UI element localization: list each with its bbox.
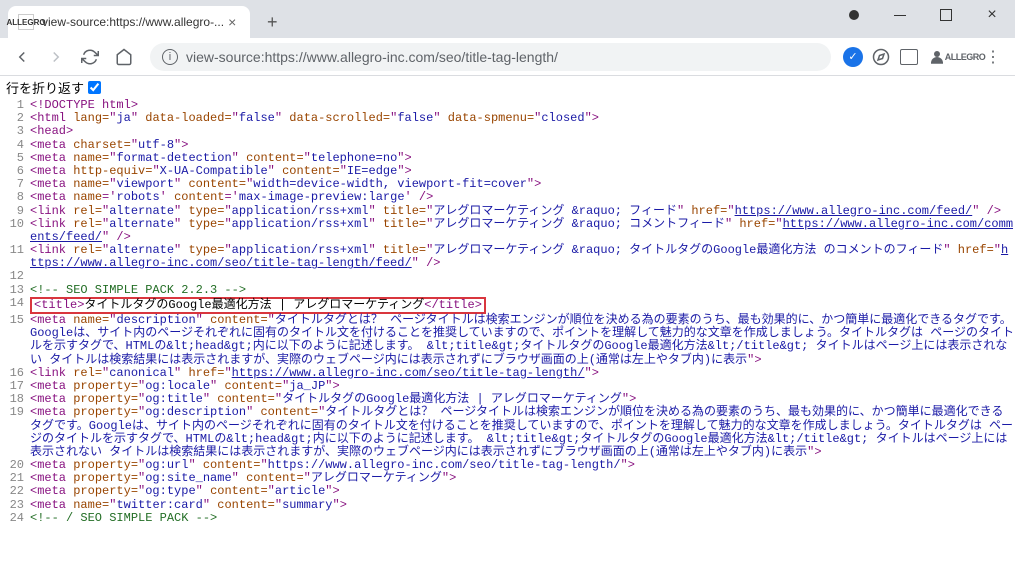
line-wrap-checkbox[interactable] (88, 81, 101, 94)
maximize-button[interactable] (923, 0, 969, 30)
line-number: 2 (0, 112, 30, 125)
close-window-button[interactable]: × (969, 0, 1015, 30)
line-number: 5 (0, 152, 30, 165)
url-text: view-source:https://www.allegro-inc.com/… (186, 49, 558, 65)
source-line: 15<meta name="description" content="タイトル… (0, 314, 1015, 367)
new-tab-button[interactable]: + (258, 8, 286, 36)
reload-button[interactable] (76, 43, 104, 71)
source-line: 11<link rel="alternate" type="applicatio… (0, 244, 1015, 270)
window-controls: × (831, 0, 1015, 30)
line-wrap-control: 行を折り返す (0, 76, 1015, 99)
line-code: <title>タイトルタグのGoogle最適化方法 | アレグロマーケティング<… (30, 297, 1015, 314)
extension-allegro-icon[interactable]: ALLEGRO (955, 47, 975, 67)
tab-close-icon[interactable]: × (224, 14, 240, 30)
line-number: 10 (0, 218, 30, 244)
line-number: 3 (0, 125, 30, 138)
line-number: 7 (0, 178, 30, 191)
line-code: <meta property="og:description" content=… (30, 406, 1015, 459)
source-link[interactable]: https://www.allegro-inc.com/feed/ (735, 204, 973, 218)
line-code: <link rel="alternate" type="application/… (30, 244, 1015, 270)
source-line: 13<!-- SEO SIMPLE PACK 2.2.3 --> (0, 284, 1015, 297)
line-number: 12 (0, 270, 30, 283)
browser-tab[interactable]: ALLEGRO view-source:https://www.allegro-… (8, 6, 250, 38)
source-link[interactable]: https://www.allegro-inc.com/seo/title-ta… (232, 366, 585, 380)
extension-calendar-icon[interactable] (899, 47, 919, 67)
line-number: 6 (0, 165, 30, 178)
minimize-button[interactable] (877, 0, 923, 30)
line-number: 23 (0, 499, 30, 512)
line-code: <html lang="ja" data-loaded="false" data… (30, 112, 1015, 125)
account-icon[interactable] (831, 0, 877, 30)
line-number: 13 (0, 284, 30, 297)
site-info-icon[interactable]: i (162, 49, 178, 65)
home-button[interactable] (110, 43, 138, 71)
url-bar[interactable]: i view-source:https://www.allegro-inc.co… (150, 43, 831, 71)
source-line: 10<link rel="alternate" type="applicatio… (0, 218, 1015, 244)
line-number: 11 (0, 244, 30, 270)
extension-check-icon[interactable] (843, 47, 863, 67)
forward-button[interactable] (42, 43, 70, 71)
line-code: <meta name="description" content="タイトルタグ… (30, 314, 1015, 367)
title-bar: ALLEGRO view-source:https://www.allegro-… (0, 0, 1015, 38)
back-button[interactable] (8, 43, 36, 71)
line-number: 15 (0, 314, 30, 367)
extension-icons: ALLEGRO ⋮ (843, 47, 1003, 67)
line-number: 4 (0, 139, 30, 152)
line-number: 14 (0, 297, 30, 314)
line-number: 22 (0, 485, 30, 498)
line-wrap-label: 行を折り返す (6, 78, 84, 97)
line-number: 8 (0, 191, 30, 204)
line-code: <link rel="alternate" type="application/… (30, 218, 1015, 244)
line-number: 16 (0, 367, 30, 380)
highlighted-title-tag: <title>タイトルタグのGoogle最適化方法 | アレグロマーケティング<… (30, 297, 486, 314)
favicon: ALLEGRO (18, 14, 34, 30)
browser-menu-icon[interactable]: ⋮ (983, 47, 1003, 67)
line-number: 19 (0, 406, 30, 459)
source-code: 1<!DOCTYPE html>2<html lang="ja" data-lo… (0, 99, 1015, 525)
line-code: <!-- / SEO SIMPLE PACK --> (30, 512, 1015, 525)
line-code: <!-- SEO SIMPLE PACK 2.2.3 --> (30, 284, 1015, 297)
toolbar: i view-source:https://www.allegro-inc.co… (0, 38, 1015, 76)
line-number: 24 (0, 512, 30, 525)
source-line: 14<title>タイトルタグのGoogle最適化方法 | アレグロマーケティン… (0, 297, 1015, 314)
line-number: 9 (0, 205, 30, 218)
source-line: 2<html lang="ja" data-loaded="false" dat… (0, 112, 1015, 125)
line-number: 1 (0, 99, 30, 112)
tab-title: view-source:https://www.allegro-... (42, 15, 224, 29)
source-line: 19<meta property="og:description" conten… (0, 406, 1015, 459)
source-line: 24<!-- / SEO SIMPLE PACK --> (0, 512, 1015, 525)
extension-compass-icon[interactable] (871, 47, 891, 67)
